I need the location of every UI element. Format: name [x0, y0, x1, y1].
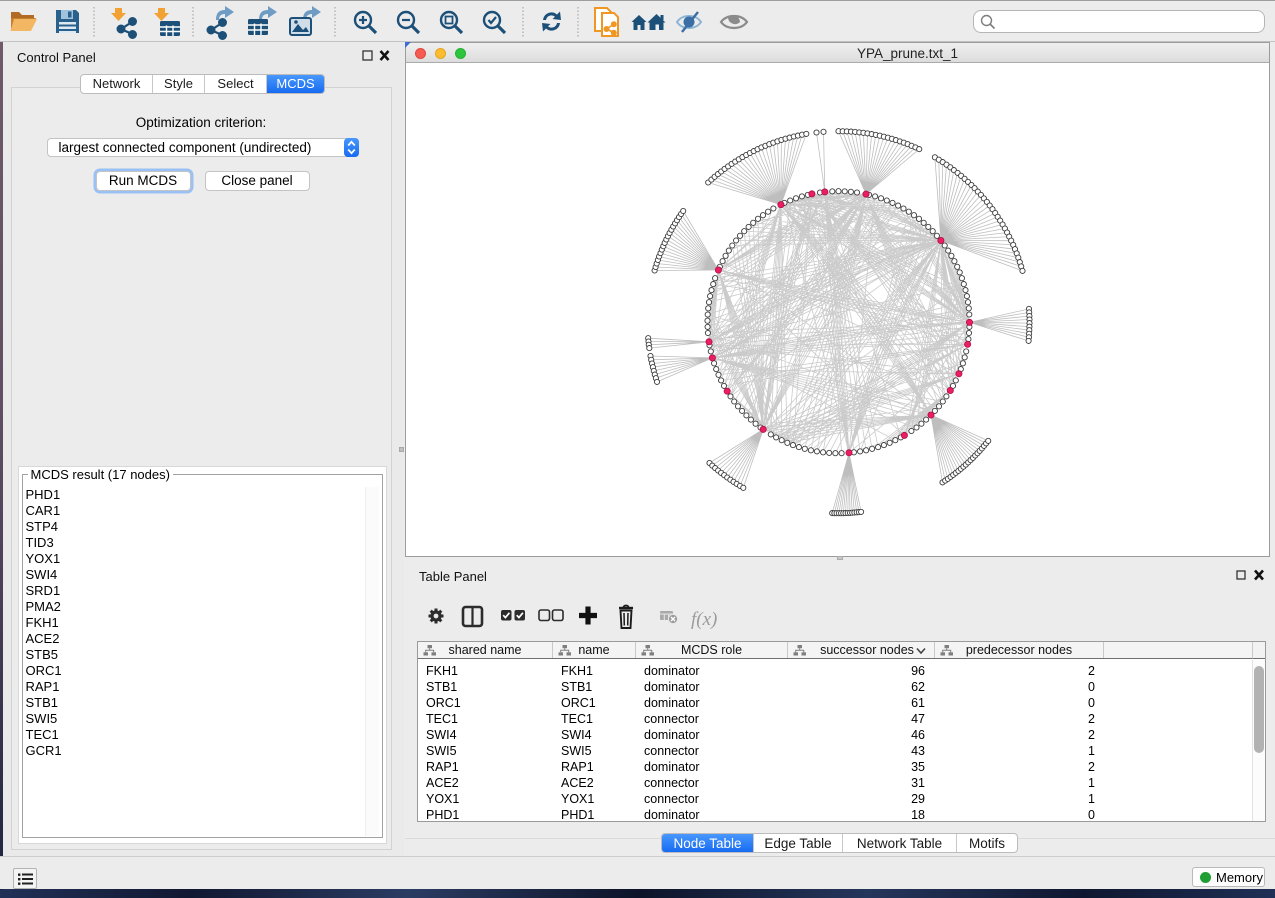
- svg-text:f(x): f(x): [691, 609, 717, 630]
